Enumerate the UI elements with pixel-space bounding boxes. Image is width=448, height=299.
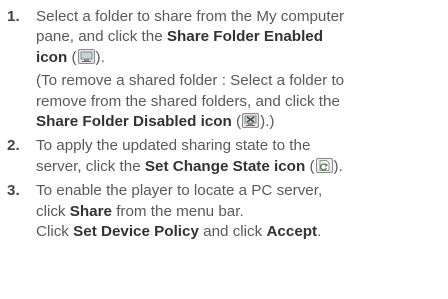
paren-open: ( <box>305 157 315 175</box>
note-text: (To remove a shared folder : Select a fo… <box>36 72 345 90</box>
paren-close: ). <box>333 157 343 175</box>
step-text: Click <box>36 223 74 241</box>
accept-label: Accept <box>266 223 318 241</box>
note-text-line: Share Folder Disabled icon ( ).) <box>36 112 444 132</box>
note-text: remove from the shared folders, and clic… <box>36 92 340 110</box>
share-folder-enabled-icon <box>77 48 95 64</box>
step-text: To apply the updated sharing state to th… <box>36 137 311 155</box>
step-text: click <box>36 202 70 220</box>
step-text: from the menu bar. <box>111 202 244 220</box>
share-folder-enabled-label: Share Folder Enabled <box>166 28 324 46</box>
set-change-state-icon <box>315 157 333 173</box>
paren-close: ).) <box>260 113 275 131</box>
step-number: 3. <box>7 182 20 200</box>
set-change-state-label: Set Change State icon <box>144 157 306 175</box>
step-text-line: icon ( ). <box>36 48 444 68</box>
step-text: . <box>317 223 322 241</box>
paren-close: ). <box>95 48 105 66</box>
step-1: 1. Select a folder to share from the My … <box>0 7 448 132</box>
step-text: and click <box>198 223 267 241</box>
step-text-line: Click Set Device Policy and click Accept… <box>36 222 444 242</box>
share-menu-label: Share <box>69 202 112 220</box>
icon-word: icon <box>36 48 68 66</box>
step-text: Select a folder to share from the My com… <box>36 8 345 25</box>
step-number: 2. <box>7 137 20 155</box>
paren-open: ( <box>67 48 77 66</box>
step-text: To enable the player to locate a PC serv… <box>36 182 323 200</box>
step-text: server, click the <box>36 157 145 175</box>
share-folder-disabled-label: Share Folder Disabled icon <box>36 113 232 131</box>
step-text-line: server, click the Set Change State icon … <box>36 157 444 177</box>
step-text: pane, and click the <box>36 28 167 46</box>
paren-open: ( <box>231 113 242 131</box>
set-device-policy-label: Set Device Policy <box>73 223 199 241</box>
remove-note: (To remove a shared folder : Select a fo… <box>36 71 444 132</box>
step-2: 2. To apply the updated sharing state to… <box>0 136 448 177</box>
step-3: 3. To enable the player to locate a PC s… <box>0 181 448 242</box>
instructions-page: 1. Select a folder to share from the My … <box>0 0 448 299</box>
share-folder-disabled-icon <box>242 113 260 129</box>
step-text-line: pane, and click the Share Folder Enabled <box>36 27 444 47</box>
step-number: 1. <box>7 8 20 25</box>
step-text-line: click Share from the menu bar. <box>36 202 444 222</box>
